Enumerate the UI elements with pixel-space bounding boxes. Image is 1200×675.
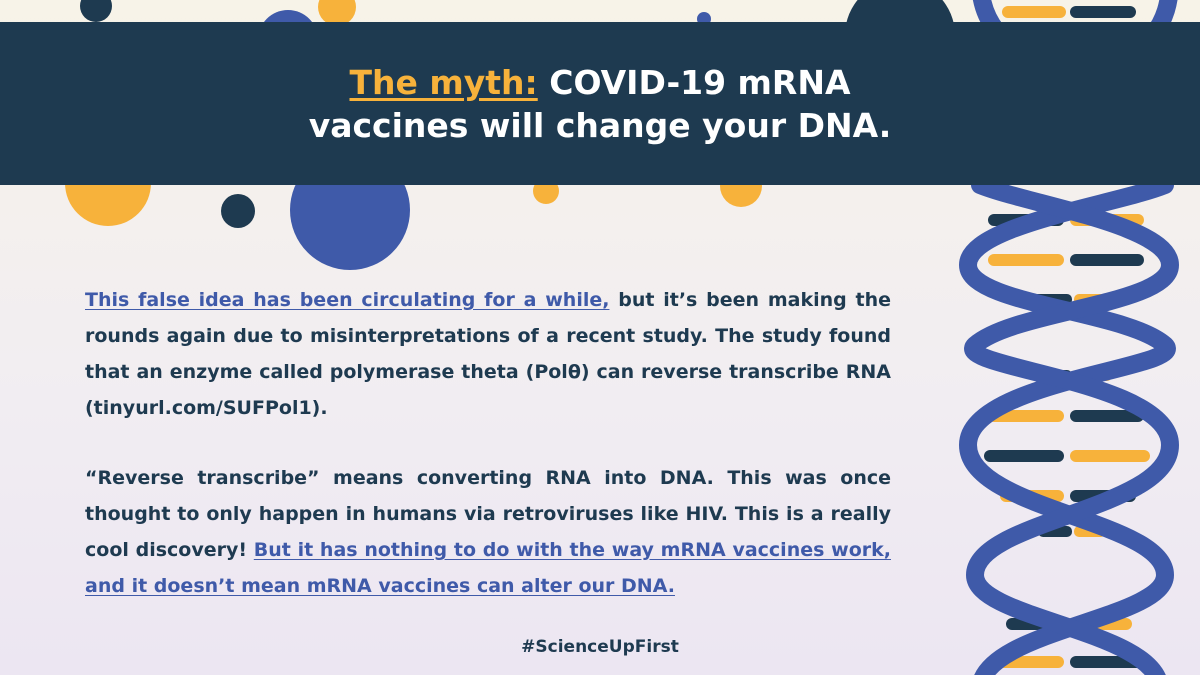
body-text: This false idea has been circulating for…: [85, 282, 891, 638]
paragraph-1: This false idea has been circulating for…: [85, 282, 891, 426]
title-line2: vaccines will change your DNA.: [308, 105, 892, 145]
decorative-circle: [221, 194, 255, 228]
myth-label: The myth:: [349, 62, 538, 102]
hashtag: #ScienceUpFirst: [521, 637, 679, 657]
title-banner: The myth: COVID-19 mRNA vaccines will ch…: [0, 22, 1200, 185]
page-title: The myth: COVID-19 mRNA: [349, 61, 850, 104]
circulating-link[interactable]: This false idea has been circulating for…: [85, 289, 609, 311]
decorative-circle: [80, 0, 112, 22]
title-line1: COVID-19 mRNA: [549, 62, 851, 102]
paragraph-2: “Reverse transcribe” means converting RN…: [85, 460, 891, 604]
